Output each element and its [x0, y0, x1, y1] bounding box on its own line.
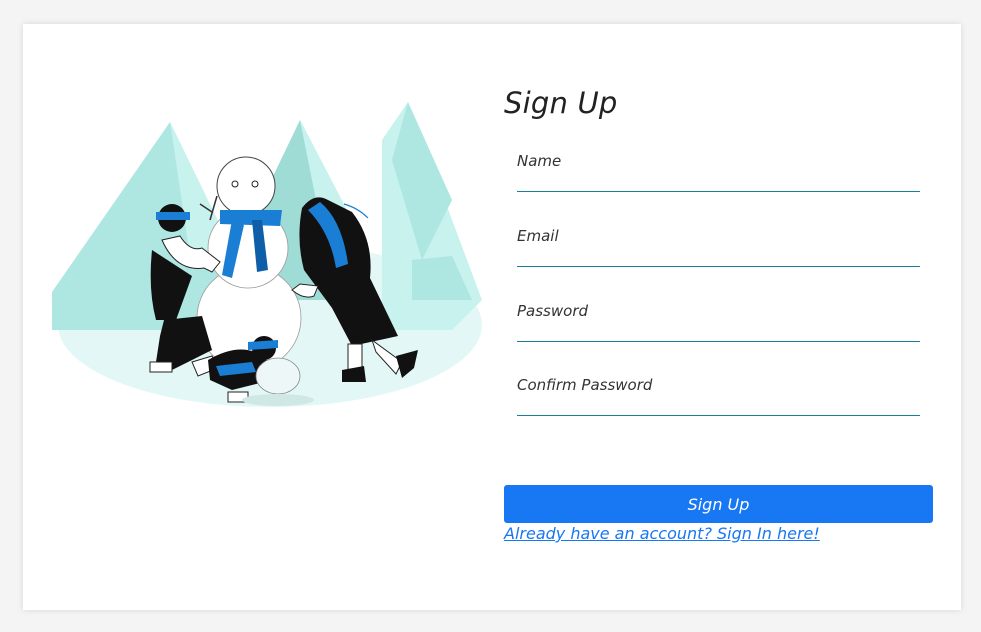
password-input[interactable] — [517, 319, 920, 342]
confirm-password-label: Confirm Password — [517, 376, 653, 394]
name-field: Name — [517, 152, 920, 192]
confirm-password-input[interactable] — [517, 393, 920, 416]
signup-card: Sign Up Name Email Password Confirm Pass… — [23, 24, 961, 610]
name-label: Name — [517, 152, 562, 170]
email-label: Email — [517, 227, 559, 245]
snowman-family-illustration — [52, 102, 482, 407]
page-title: Sign Up — [504, 86, 618, 120]
email-input[interactable] — [517, 244, 920, 267]
confirm-password-field: Confirm Password — [517, 376, 920, 416]
name-input[interactable] — [517, 169, 920, 192]
sign-in-link[interactable]: Already have an account? Sign In here! — [504, 524, 820, 543]
signup-form: Sign Up Name Email Password Confirm Pass… — [504, 24, 934, 610]
email-field: Email — [517, 227, 920, 267]
password-field: Password — [517, 302, 920, 342]
sign-up-button[interactable]: Sign Up — [504, 485, 933, 523]
password-label: Password — [517, 302, 589, 320]
